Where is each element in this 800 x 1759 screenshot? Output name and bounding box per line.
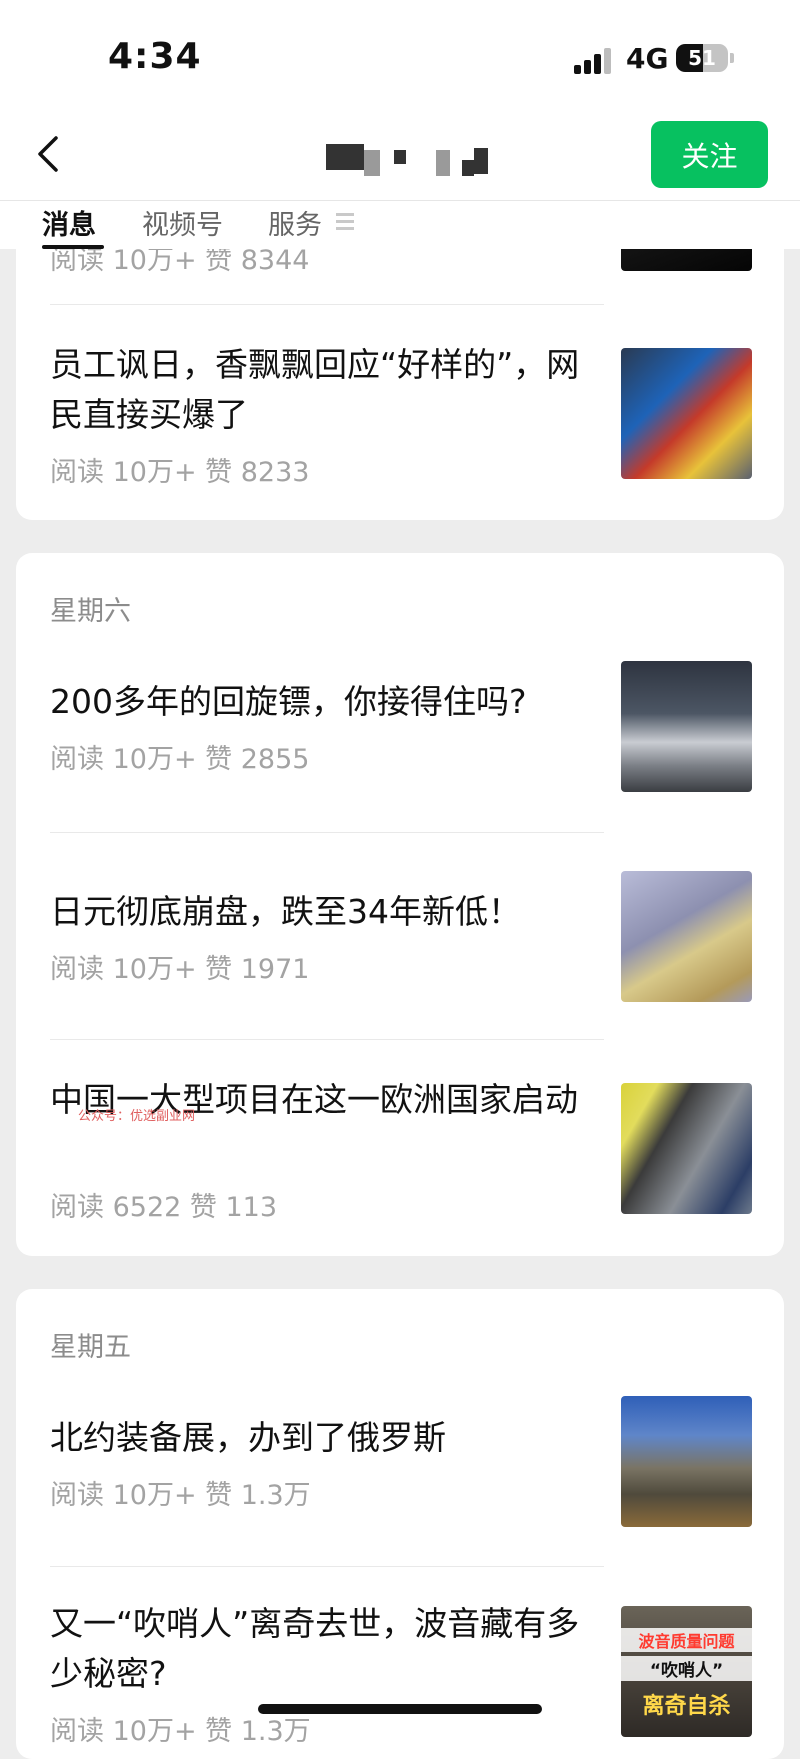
article-thumbnail[interactable]: [621, 348, 752, 479]
article-meta: 阅读 10万+ 赞 1.3万: [50, 1480, 311, 1511]
tab-services[interactable]: 服务: [268, 203, 322, 242]
thumbnail-caption: 波音质量问题: [621, 1628, 752, 1652]
home-indicator[interactable]: [258, 1704, 542, 1714]
article-thumbnail[interactable]: [621, 661, 752, 792]
tab-channels[interactable]: 视频号: [142, 203, 223, 242]
tab-bar: 消息 视频号 服务: [0, 200, 800, 249]
article-thumbnail[interactable]: [621, 1083, 752, 1214]
article-meta: 阅读 6522 赞 113: [50, 1192, 277, 1223]
day-header: 星期五: [50, 1332, 131, 1363]
article-title[interactable]: 日元彻底崩盘，跌至34年新低！: [50, 887, 610, 937]
day-group-card: 星期六 200多年的回旋镖，你接得住吗? 阅读 10万+ 赞 2855 日元彻底…: [16, 553, 784, 1256]
article-title[interactable]: 员工讽日，香飘飘回应“好样的”，网民直接买爆了: [50, 340, 610, 440]
article-meta: 阅读 10万+ 赞 1.3万: [50, 1716, 311, 1747]
battery-icon: 51: [676, 44, 728, 72]
article-meta: 阅读 10万+ 赞 8233: [50, 457, 310, 488]
divider: [50, 1039, 604, 1040]
article-thumbnail[interactable]: [621, 871, 752, 1002]
divider: [50, 832, 604, 833]
battery-tip: [730, 53, 734, 63]
watermark-text: 公众号：优选副业网: [78, 1109, 196, 1124]
status-bar: 4:34 4G 51: [0, 0, 800, 110]
active-tab-indicator: [42, 245, 104, 249]
follow-button[interactable]: 关注: [651, 121, 768, 188]
tab-messages[interactable]: 消息: [42, 203, 96, 242]
divider: [50, 1566, 604, 1567]
article-title[interactable]: 又一“吹哨人”离奇去世，波音藏有多少秘密?: [50, 1599, 610, 1699]
thumbnail-caption: “吹哨人”: [621, 1656, 752, 1681]
article-meta: 阅读 10万+ 赞 2855: [50, 744, 310, 775]
thumbnail-caption: 离奇自杀: [642, 1694, 731, 1719]
network-label: 4G: [626, 42, 669, 75]
signal-icon: [574, 46, 612, 74]
article-title[interactable]: 北约装备展，办到了俄罗斯: [50, 1413, 610, 1463]
article-thumbnail[interactable]: 波音质量问题 “吹哨人” 离奇自杀: [621, 1606, 752, 1737]
article-thumbnail[interactable]: [621, 1396, 752, 1527]
article-meta: 阅读 10万+ 赞 1971: [50, 954, 310, 985]
chevron-left-icon[interactable]: [34, 134, 62, 174]
status-time: 4:34: [108, 36, 202, 77]
menu-icon[interactable]: [336, 213, 354, 231]
battery-level: 51: [688, 46, 716, 70]
divider: [50, 304, 604, 305]
article-title[interactable]: 200多年的回旋镖，你接得住吗?: [50, 677, 610, 727]
day-header: 星期六: [50, 596, 131, 627]
day-group-card: 星期五 北约装备展，办到了俄罗斯 阅读 10万+ 赞 1.3万 又一“吹哨人”离…: [16, 1289, 784, 1759]
